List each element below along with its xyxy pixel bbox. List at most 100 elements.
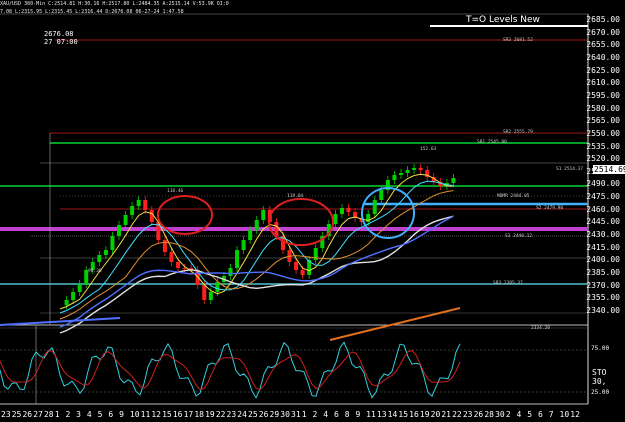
date-tick-label: 9 — [119, 410, 124, 419]
level-label-r1: SR1 2545.00 — [477, 140, 507, 145]
date-tick-label: 10 — [559, 410, 570, 419]
date-tick-label: 26 — [473, 410, 484, 419]
ma-orange — [59, 190, 454, 320]
price-tick-label: 2595.00 — [586, 90, 620, 100]
sto-level-25: 25.00 — [591, 389, 610, 396]
date-tick-label: 2 — [312, 410, 318, 419]
date-tick-label: 11 — [366, 410, 376, 419]
sto-k-line — [0, 341, 461, 399]
candle-body — [143, 200, 148, 210]
date-tick-label: 25 — [11, 410, 22, 419]
date-tick-label: 21 — [441, 410, 451, 419]
candle-body — [202, 285, 207, 300]
level-label-h: S1 2514.37 — [556, 167, 584, 172]
price-tick-label: 2490.00 — [586, 179, 620, 189]
price-tick-label: 2625.00 — [586, 65, 620, 75]
date-tick-label: 28 — [484, 410, 494, 419]
candle-body — [103, 250, 108, 255]
date-tick-label: 13 — [376, 410, 387, 419]
candle-body — [333, 214, 338, 224]
candle-body — [169, 252, 174, 262]
date-tick-label: 1 — [301, 410, 307, 419]
date-tick-label: 5 — [527, 410, 533, 419]
date-tick-label: 27 — [33, 410, 43, 419]
candle-body — [241, 240, 246, 250]
candle-body — [294, 262, 299, 270]
level-label-r3: SR3 2681.52 — [503, 38, 533, 43]
date-tick-label: 20 — [430, 410, 441, 419]
date-tick-label: 14 — [387, 410, 398, 419]
candle-body — [398, 173, 403, 175]
candle-body — [117, 225, 122, 236]
price-label-2: 119.04 — [287, 194, 304, 199]
candle-body — [261, 210, 266, 220]
date-tick-label: 1 — [54, 410, 60, 419]
price-stamp: 2676.08 — [44, 30, 74, 38]
date-tick-label: 24 — [237, 410, 247, 419]
candle-body — [130, 206, 135, 215]
annotation-circle-red-2 — [268, 198, 334, 246]
price-label-1: 118.46 — [167, 189, 184, 194]
candle-body — [123, 215, 128, 225]
price-tick-label: 2685.00 — [586, 15, 620, 24]
candle-body — [235, 250, 240, 268]
level-label-r2: SR2 2555.79 — [503, 130, 533, 135]
date-tick-label: 16 — [409, 410, 419, 419]
candle-body — [405, 170, 410, 173]
price-tick-label: 2445.00 — [586, 217, 620, 227]
date-tick-label: 17 — [183, 410, 194, 419]
price-tick-label: 2520.00 — [586, 154, 620, 164]
candle-body — [97, 255, 102, 262]
date-tick-label: 4 — [516, 410, 522, 419]
price-tick-label: 2385.00 — [586, 268, 620, 277]
date-tick-label: 4 — [86, 410, 92, 419]
candle-body — [339, 208, 344, 214]
date-tick-label: 18 — [194, 410, 204, 419]
date-tick-label: 12 — [570, 410, 580, 419]
date-tick-label: 5 — [97, 410, 103, 419]
candle-body — [215, 282, 220, 292]
price-tick-label: 2355.00 — [586, 293, 620, 303]
sto-level-75: 75.00 — [591, 345, 610, 352]
date-tick-label: 30 — [280, 410, 290, 419]
date-tick-label: 6 — [333, 410, 339, 419]
date-tick-label: 11 — [140, 410, 151, 419]
candle-body — [136, 200, 141, 206]
candle-body — [392, 175, 397, 180]
price-tick-label: 2475.00 — [586, 192, 620, 202]
date-tick-label: 30 — [495, 410, 505, 419]
candle-body — [254, 220, 259, 230]
date-tick-label: 28 — [43, 410, 54, 419]
candle-body — [182, 268, 187, 269]
price-tick-label: 2400.00 — [586, 255, 620, 265]
date-tick-label: 7 — [548, 410, 554, 419]
stochastic-label: STO 30, — [592, 368, 607, 386]
price-label-4: 98.36 — [88, 269, 102, 274]
date-tick-label: 25 — [248, 410, 258, 419]
price-tick-label: 2340.00 — [586, 305, 620, 315]
candle-body — [379, 190, 384, 200]
level-label-s2: SB3 2385.37 — [493, 281, 523, 286]
candle-body — [300, 270, 305, 275]
price-tick-label: 2535.00 — [586, 141, 620, 151]
date-tick-label: 15 — [162, 410, 172, 419]
date-tick-label: 23 — [226, 410, 237, 419]
candle-body — [248, 230, 253, 240]
candle-body — [372, 200, 377, 214]
date-tick-label: 19 — [419, 410, 430, 419]
candle-body — [274, 222, 279, 236]
candle-body — [77, 284, 82, 292]
price-chart[interactable] — [0, 0, 625, 422]
date-tick-label: 26 — [22, 410, 33, 419]
candle-body — [346, 208, 351, 212]
candle-body — [71, 292, 76, 300]
date-tick-label: 16 — [172, 410, 183, 419]
time-stamp: 27 07:00 — [44, 38, 78, 46]
date-tick-label: 9 — [355, 410, 361, 419]
date-tick-label: 29 — [269, 410, 280, 419]
date-tick-label: 6 — [538, 410, 543, 419]
price-tick-label: 2580.00 — [586, 103, 620, 113]
level-label-s1: S1 2440.12 — [505, 234, 533, 239]
candle-body — [418, 168, 423, 170]
date-tick-label: 2 — [505, 410, 511, 419]
